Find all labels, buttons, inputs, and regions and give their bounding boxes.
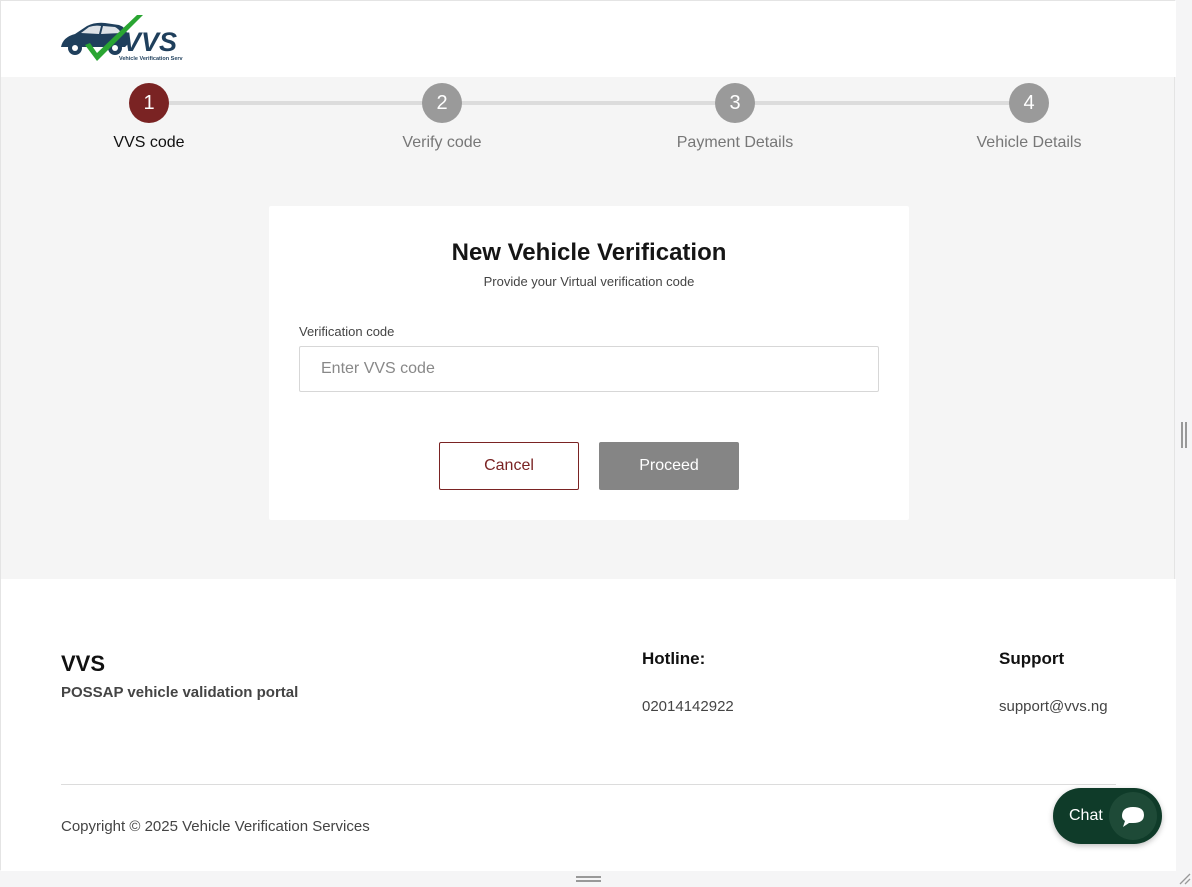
chat-widget-button[interactable]: Chat	[1053, 788, 1162, 844]
step-vehicle-details: 4 Vehicle Details	[929, 83, 1129, 152]
panel-resize-handle[interactable]	[1181, 422, 1187, 448]
copyright-text: Copyright © 2025 Vehicle Verification Se…	[61, 818, 370, 835]
support-heading: Support	[999, 649, 1065, 668]
verification-card: New Vehicle Verification Provide your Vi…	[269, 206, 909, 520]
support-email[interactable]: support@vvs.ng	[999, 698, 1108, 715]
verification-code-input[interactable]	[299, 346, 879, 392]
bottom-resize-handle[interactable]	[576, 876, 601, 882]
svg-text:Vehicle Verification Services: Vehicle Verification Services	[119, 56, 183, 62]
site-header: VVS Vehicle Verification Services	[1, 1, 1176, 77]
step-number-badge: 4	[1009, 83, 1049, 123]
proceed-button[interactable]: Proceed	[599, 442, 739, 490]
step-number-badge: 3	[715, 83, 755, 123]
step-vvs-code: 1 VVS code	[49, 83, 249, 152]
form-subtitle: Provide your Virtual verification code	[483, 274, 695, 289]
form-title: New Vehicle Verification	[451, 239, 727, 266]
step-label: Verify code	[402, 134, 482, 151]
footer-brand: VVS	[61, 651, 106, 676]
step-payment-details: 3 Payment Details	[635, 83, 835, 152]
stepper-connector	[149, 101, 1029, 105]
footer-tagline: POSSAP vehicle validation portal	[61, 684, 299, 701]
chat-bubble-icon	[1109, 792, 1157, 840]
svg-text:VVS: VVS	[123, 27, 177, 57]
hotline-number[interactable]: 02014142922	[642, 698, 734, 715]
footer-divider	[61, 784, 1116, 785]
verification-code-label: Verification code	[299, 324, 395, 339]
step-number-badge: 1	[129, 83, 169, 123]
site-footer: VVS POSSAP vehicle validation portal Hot…	[1, 579, 1176, 871]
step-label: Vehicle Details	[976, 134, 1082, 151]
vvs-logo[interactable]: VVS Vehicle Verification Services	[59, 13, 193, 65]
step-verify-code: 2 Verify code	[342, 83, 542, 152]
step-number-badge: 2	[422, 83, 462, 123]
cancel-button[interactable]: Cancel	[439, 442, 579, 490]
chat-label: Chat	[1069, 807, 1103, 824]
progress-stepper: 1 VVS code 2 Verify code 3 Payment Detai…	[1, 77, 1176, 187]
browser-viewport: VVS Vehicle Verification Services 1 VVS …	[0, 0, 1176, 871]
step-label: VVS code	[113, 134, 185, 151]
resize-corner-icon[interactable]	[1177, 871, 1191, 885]
vvs-logo-graphic: VVS Vehicle Verification Services	[61, 15, 193, 62]
hotline-heading: Hotline:	[642, 649, 706, 668]
step-label: Payment Details	[676, 134, 794, 151]
